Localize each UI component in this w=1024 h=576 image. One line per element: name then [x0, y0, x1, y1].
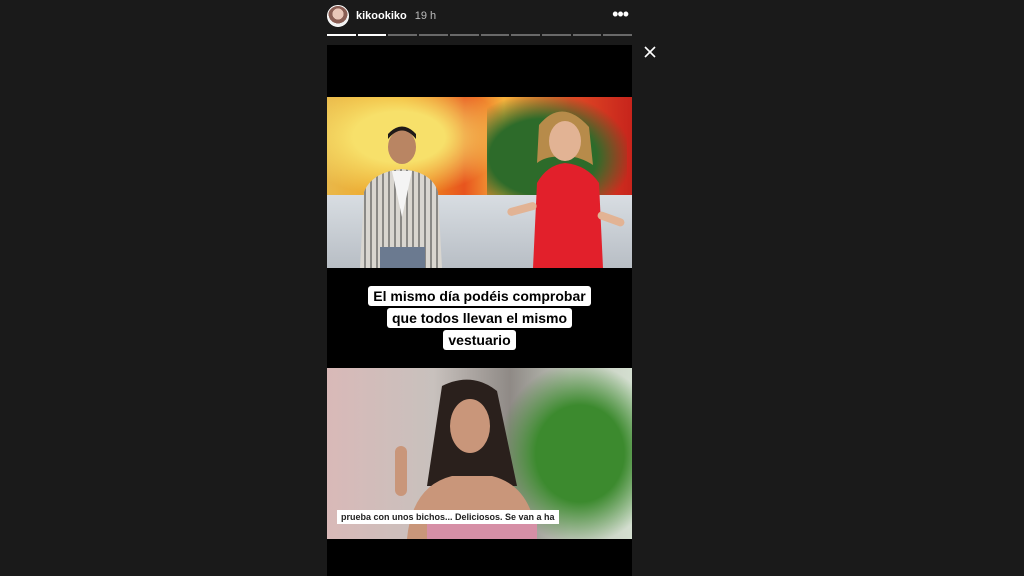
- close-icon[interactable]: [642, 44, 658, 60]
- man-figure: [360, 126, 442, 268]
- tv-show-photo-top: [327, 97, 632, 268]
- woman-red-figure: [507, 111, 625, 268]
- story-header: kikookiko 19 h •••: [327, 4, 632, 28]
- progress-segment: [388, 34, 418, 36]
- caption-line: que todos llevan el mismo: [386, 308, 573, 328]
- story-content[interactable]: El mismo día podéis comprobar que todos …: [327, 45, 632, 576]
- caption-line: El mismo día podéis comprobar: [368, 286, 591, 306]
- story-progress-bar: [327, 34, 633, 36]
- progress-segment: [603, 34, 633, 36]
- progress-segment: [541, 34, 571, 36]
- user-avatar[interactable]: [327, 5, 349, 27]
- more-options-icon[interactable]: •••: [612, 5, 629, 23]
- tv-show-photo-bottom: prueba con unos bichos... Deliciosos. Se…: [327, 368, 632, 539]
- tv-subtitle: prueba con unos bichos... Deliciosos. Se…: [337, 510, 559, 524]
- caption-line: vestuario: [443, 330, 516, 350]
- progress-segment: [480, 34, 510, 36]
- story-timestamp: 19 h: [414, 10, 437, 22]
- story-username[interactable]: kikookiko: [356, 10, 407, 22]
- progress-segment: [572, 34, 602, 36]
- progress-segment: [357, 34, 387, 36]
- progress-segment: [327, 34, 356, 36]
- progress-segment: [511, 34, 540, 36]
- progress-segment: [419, 34, 448, 36]
- story-caption: El mismo día podéis comprobar que todos …: [347, 285, 612, 351]
- progress-segment: [449, 34, 479, 36]
